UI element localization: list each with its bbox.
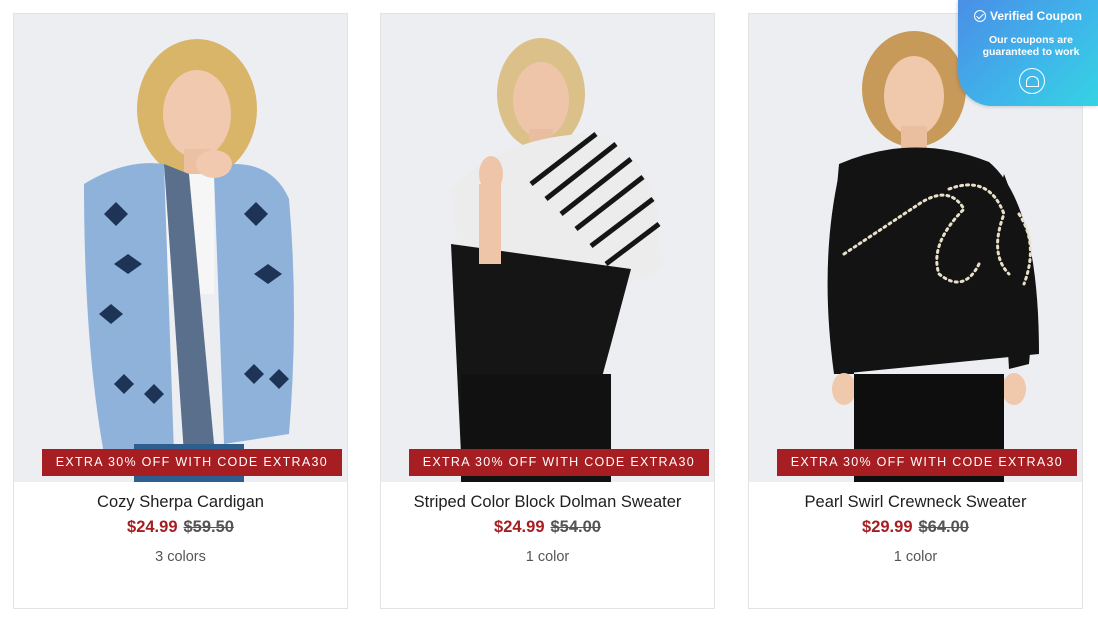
promo-badge: EXTRA 30% OFF WITH CODE EXTRA30 bbox=[408, 449, 709, 476]
product-card[interactable]: EXTRA 30% OFF WITH CODE EXTRA30 Cozy She… bbox=[13, 13, 348, 609]
product-title[interactable]: Cozy Sherpa Cardigan bbox=[14, 493, 347, 512]
product-title[interactable]: Pearl Swirl Crewneck Sweater bbox=[749, 493, 1082, 512]
check-circle-icon bbox=[973, 10, 986, 22]
product-image[interactable]: EXTRA 30% OFF WITH CODE EXTRA30 bbox=[14, 14, 347, 482]
original-price: $59.50 bbox=[183, 518, 234, 536]
coupon-subtitle: Our coupons are guaranteed to work bbox=[982, 34, 1080, 58]
product-grid: EXTRA 30% OFF WITH CODE EXTRA30 Cozy She… bbox=[0, 0, 1098, 626]
product-photo-cardigan bbox=[14, 14, 347, 482]
promo-badge: EXTRA 30% OFF WITH CODE EXTRA30 bbox=[41, 449, 342, 476]
original-price: $54.00 bbox=[550, 518, 601, 536]
product-card[interactable]: EXTRA 30% OFF WITH CODE EXTRA30 Striped … bbox=[380, 13, 715, 609]
price-row: $24.99 $54.00 bbox=[381, 518, 714, 537]
price-row: $29.99 $64.00 bbox=[749, 518, 1082, 537]
sale-price: $24.99 bbox=[127, 518, 178, 536]
verified-coupon-widget[interactable]: Verified Coupon Our coupons are guarante… bbox=[958, 0, 1098, 106]
sale-price: $29.99 bbox=[862, 518, 913, 536]
product-photo-dolman-sweater bbox=[381, 14, 714, 482]
promo-badge: EXTRA 30% OFF WITH CODE EXTRA30 bbox=[776, 449, 1077, 476]
color-count: 1 color bbox=[893, 549, 938, 565]
brand-logo-icon[interactable] bbox=[1019, 68, 1045, 94]
original-price: $64.00 bbox=[918, 518, 969, 536]
product-image[interactable]: EXTRA 30% OFF WITH CODE EXTRA30 bbox=[381, 14, 714, 482]
price-row: $24.99 $59.50 bbox=[14, 518, 347, 537]
product-title[interactable]: Striped Color Block Dolman Sweater bbox=[381, 493, 714, 512]
sale-price: $24.99 bbox=[494, 518, 545, 536]
coupon-title: Verified Coupon bbox=[989, 9, 1082, 23]
coupon-header: Verified Coupon bbox=[958, 9, 1098, 23]
color-count: 1 color bbox=[525, 549, 570, 565]
color-count: 3 colors bbox=[155, 549, 206, 565]
